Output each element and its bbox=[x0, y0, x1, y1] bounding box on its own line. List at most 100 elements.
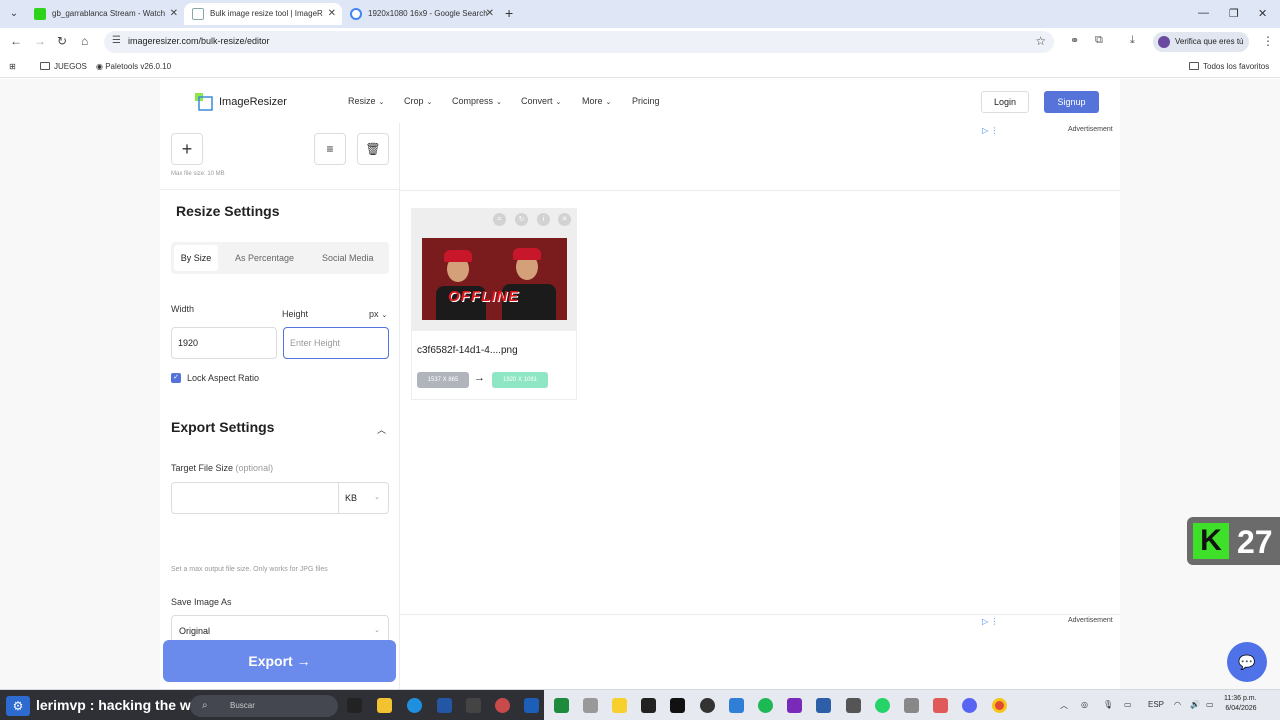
app-icon[interactable] bbox=[816, 698, 831, 713]
nav-label: Crop bbox=[404, 96, 424, 106]
taskbar-search[interactable]: ⌕ Buscar bbox=[190, 695, 338, 717]
app-icon[interactable] bbox=[846, 698, 861, 713]
unit-select[interactable]: px ⌄ bbox=[369, 309, 387, 319]
app-icon[interactable] bbox=[583, 698, 598, 713]
site-info-icon[interactable]: ☰ bbox=[112, 35, 121, 46]
home-icon[interactable]: ⌂ bbox=[81, 34, 88, 48]
export-button[interactable]: Export → bbox=[163, 640, 396, 682]
app-icon[interactable] bbox=[700, 698, 715, 713]
bookmark-star-icon[interactable]: ☆ bbox=[1035, 34, 1046, 48]
crop-icon[interactable]: ⌗ bbox=[493, 213, 506, 226]
ad-choices-icon[interactable]: ▷ ⋮ bbox=[982, 126, 998, 135]
settings-icon[interactable] bbox=[904, 698, 919, 713]
sort-button[interactable]: ≡ bbox=[314, 133, 346, 165]
nav-crop[interactable]: Crop ⌄ bbox=[404, 96, 432, 106]
app-icon[interactable] bbox=[524, 698, 539, 713]
app-icon[interactable] bbox=[787, 698, 802, 713]
app-icon[interactable] bbox=[729, 698, 744, 713]
folder-icon bbox=[40, 62, 50, 70]
apps-grid-icon[interactable]: ⊞ bbox=[9, 62, 16, 71]
app-icon[interactable] bbox=[933, 698, 948, 713]
download-icon[interactable]: ⤓ bbox=[1130, 34, 1135, 47]
bookmark-paletools[interactable]: ◉ Paletools v26.0.10 bbox=[96, 62, 171, 71]
tab-google-search[interactable]: 1920x1080 16x9 - Google Search ✕ bbox=[342, 3, 500, 25]
clock-date: 6/04/2026 bbox=[1225, 705, 1257, 712]
file-explorer-icon[interactable] bbox=[377, 698, 392, 713]
reload-icon[interactable]: ↻ bbox=[57, 34, 67, 48]
new-tab-icon[interactable]: + bbox=[505, 5, 513, 21]
tab-as-percentage[interactable]: As Percentage bbox=[235, 242, 294, 274]
login-button[interactable]: Login bbox=[981, 91, 1029, 113]
forward-icon[interactable]: → bbox=[34, 34, 46, 48]
info-icon[interactable]: i bbox=[537, 213, 550, 226]
rotate-icon[interactable]: ↻ bbox=[515, 213, 528, 226]
add-image-button[interactable]: + bbox=[171, 133, 203, 165]
divider bbox=[400, 190, 1120, 191]
tab-kick-stream[interactable]: gb_garrablanca Stream - Watch ✕ bbox=[26, 3, 184, 25]
nav-resize[interactable]: Resize ⌄ bbox=[348, 96, 384, 106]
tab-by-size[interactable]: By Size bbox=[174, 245, 218, 271]
close-tab-icon[interactable]: ✕ bbox=[328, 3, 336, 25]
spotify-icon[interactable] bbox=[758, 698, 773, 713]
app-icon[interactable] bbox=[641, 698, 656, 713]
system-clock[interactable]: 11:36 p.m. 6/04/2026 bbox=[1224, 694, 1257, 714]
close-tab-icon[interactable]: ✕ bbox=[170, 3, 178, 25]
tab-search-icon[interactable]: ⌄ bbox=[6, 6, 22, 22]
page-viewport: ImageResizer Resize ⌄ Crop ⌄ Compress ⌄ Con… bbox=[0, 79, 1280, 689]
menu-kebab-icon[interactable]: ⋮ bbox=[1262, 34, 1274, 48]
target-size-input[interactable] bbox=[171, 482, 339, 514]
lock-aspect-checkbox[interactable]: ✓ bbox=[171, 373, 181, 383]
app-icon[interactable] bbox=[437, 698, 452, 713]
xbox-icon[interactable] bbox=[554, 698, 569, 713]
wifi-icon[interactable]: ◠ bbox=[1174, 700, 1181, 709]
size-unit-select[interactable]: KB ⌄ bbox=[338, 482, 389, 514]
chevron-down-icon: ⌄ bbox=[381, 312, 388, 319]
volume-icon[interactable]: 🔊 bbox=[1190, 700, 1200, 709]
remove-icon[interactable]: ✕ bbox=[558, 213, 571, 226]
nav-convert[interactable]: Convert ⌄ bbox=[521, 96, 561, 106]
back-icon[interactable]: ← bbox=[10, 34, 22, 48]
bookmark-label: Paletools v26.0.10 bbox=[105, 62, 172, 71]
maximize-icon[interactable]: ❐ bbox=[1229, 7, 1239, 20]
extensions-icon[interactable]: ⧉ bbox=[1095, 34, 1103, 47]
bookmark-juegos[interactable]: JUEGOS bbox=[40, 62, 87, 71]
height-input[interactable]: Enter Height bbox=[283, 327, 389, 359]
battery-icon[interactable]: ▭ bbox=[1206, 700, 1214, 709]
tab-social-media[interactable]: Social Media bbox=[322, 242, 374, 274]
app-icon[interactable] bbox=[466, 698, 481, 713]
app-icon[interactable] bbox=[495, 698, 510, 713]
app-tray-icon[interactable]: ▭ bbox=[1124, 700, 1132, 709]
page-favicon-icon bbox=[192, 8, 204, 20]
signup-button[interactable]: Signup bbox=[1044, 91, 1099, 113]
logo-text[interactable]: ImageResizer bbox=[219, 96, 287, 108]
ad-choices-icon[interactable]: ▷ ⋮ bbox=[982, 617, 998, 626]
close-window-icon[interactable]: ✕ bbox=[1258, 7, 1267, 20]
snapchat-icon[interactable] bbox=[612, 698, 627, 713]
chat-support-button[interactable]: 💬 bbox=[1227, 642, 1267, 682]
link-icon[interactable]: ⚭ bbox=[1070, 34, 1079, 47]
tray-chevron-up-icon[interactable]: ︿ bbox=[1060, 700, 1068, 711]
edge-icon[interactable] bbox=[407, 698, 422, 713]
close-tab-icon[interactable]: ✕ bbox=[486, 3, 494, 25]
width-input[interactable]: 1920 bbox=[171, 327, 277, 359]
whatsapp-icon[interactable] bbox=[875, 698, 890, 713]
task-view-icon[interactable] bbox=[347, 698, 362, 713]
bookmark-label: Todos los favoritos bbox=[1203, 62, 1270, 71]
nav-pricing[interactable]: Pricing bbox=[632, 96, 660, 106]
tab-imageresizer[interactable]: Bulk image resize tool | ImageR ✕ bbox=[184, 3, 342, 25]
address-bar[interactable]: ☰ imageresizer.com/bulk-resize/editor ☆ bbox=[104, 31, 1054, 53]
all-bookmarks[interactable]: Todos los favoritos bbox=[1189, 62, 1269, 71]
chrome-icon[interactable] bbox=[992, 698, 1007, 713]
delete-all-button[interactable]: 🗑 bbox=[357, 133, 389, 165]
profile-button[interactable]: Verifica que eres tú bbox=[1153, 32, 1249, 52]
minimize-icon[interactable]: — bbox=[1198, 7, 1209, 19]
app-tray-icon[interactable]: ◎ bbox=[1081, 700, 1088, 709]
tiktok-icon[interactable] bbox=[670, 698, 685, 713]
nav-compress[interactable]: Compress ⌄ bbox=[452, 96, 502, 106]
collapse-chevron-icon[interactable]: ︿ bbox=[377, 423, 386, 436]
tab-title: 1920x1080 16x9 - Google Search bbox=[368, 9, 488, 18]
discord-icon[interactable] bbox=[962, 698, 977, 713]
nav-more[interactable]: More ⌄ bbox=[582, 96, 611, 106]
language-indicator[interactable]: ESP bbox=[1148, 700, 1164, 709]
microphone-icon[interactable]: 🎙 bbox=[1103, 700, 1113, 709]
